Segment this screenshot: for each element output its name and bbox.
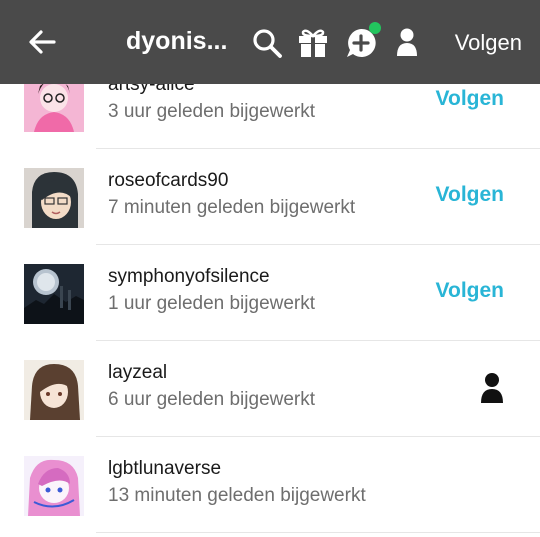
avatar[interactable] [24, 264, 84, 324]
follow-button-header[interactable]: Volgen [455, 30, 522, 56]
avatar[interactable] [24, 168, 84, 228]
blog-title[interactable]: dyonis... [126, 27, 227, 56]
search-icon[interactable] [251, 27, 283, 64]
list-item[interactable]: symphonyofsilence 1 uur geleden bijgewer… [0, 245, 540, 341]
username[interactable]: symphonyofsilence [108, 266, 270, 288]
username[interactable]: roseofcards90 [108, 170, 228, 192]
follow-button[interactable]: Volgen [436, 87, 504, 111]
gift-icon[interactable] [297, 27, 329, 64]
updated-time: 6 uur geleden bijgewerkt [108, 389, 316, 410]
avatar[interactable] [24, 360, 84, 420]
account-icon[interactable] [396, 27, 418, 62]
avatar[interactable] [24, 456, 84, 516]
follow-button[interactable]: Volgen [436, 183, 504, 207]
divider [96, 532, 540, 533]
following-person-icon[interactable] [480, 372, 504, 404]
follow-button[interactable]: Volgen [436, 279, 504, 303]
app-header: dyonis... Volgen [0, 0, 540, 84]
list-item[interactable]: lgbtlunaverse 13 minuten geleden bijgewe… [0, 437, 540, 533]
updated-time: 7 minuten geleden bijgewerkt [108, 197, 356, 218]
list-item[interactable]: layzeal 6 uur geleden bijgewerkt [0, 341, 540, 437]
updated-time: 13 minuten geleden bijgewerkt [108, 485, 366, 506]
back-arrow-icon[interactable] [28, 29, 56, 55]
notification-dot [369, 22, 381, 34]
updated-time: 3 uur geleden bijgewerkt [108, 101, 316, 122]
username[interactable]: lgbtlunaverse [108, 458, 221, 480]
updated-time: 1 uur geleden bijgewerkt [108, 293, 316, 314]
list-item[interactable]: roseofcards90 7 minuten geleden bijgewer… [0, 149, 540, 245]
chat-add-icon[interactable] [345, 22, 381, 64]
username[interactable]: layzeal [108, 362, 167, 384]
blog-list: artsy-alice 3 uur geleden bijgewerkt Vol… [0, 53, 540, 533]
